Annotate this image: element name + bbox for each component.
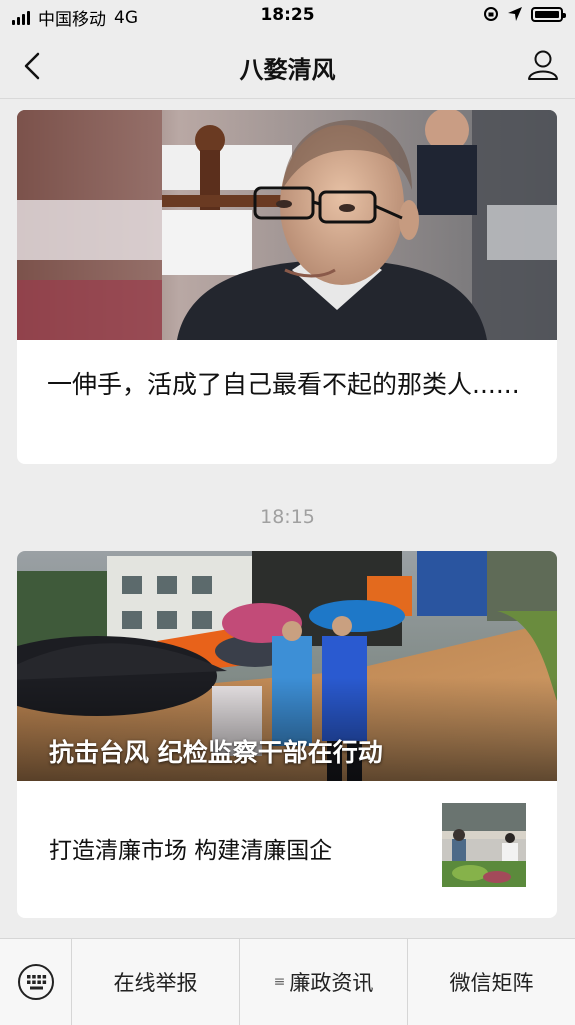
page-title: 八婺清风 <box>239 56 336 84</box>
battery-icon <box>531 6 566 22</box>
menu-item-integrity-news[interactable]: ≡ 廉政资讯 <box>240 939 408 1025</box>
article-item-thumbnail[interactable] <box>442 803 526 887</box>
article-title[interactable]: 一伸手，活成了自己最看不起的那类人...... <box>47 368 527 402</box>
menu-item-online-report[interactable]: 在线举报 <box>72 939 240 1025</box>
keyboard-icon <box>18 964 54 1000</box>
menu-item-label: 微信矩阵 <box>449 971 534 995</box>
message-time: 18:15 <box>260 506 315 528</box>
keyboard-toggle-button[interactable] <box>0 939 72 1025</box>
status-bar: 中国移动 4G 18:25 <box>0 0 575 32</box>
article-item-title[interactable]: 打造清廉市场 构建清廉国企 <box>49 831 332 865</box>
rotation-lock-icon <box>484 7 498 21</box>
menu-item-label: 廉政资讯 <box>289 971 374 995</box>
location-icon <box>508 7 522 21</box>
menu-item-label: 在线举报 <box>113 971 198 995</box>
menu-item-wechat-matrix[interactable]: 微信矩阵 <box>408 939 575 1025</box>
cover-caption[interactable]: 抗击台风 纪检监察干部在行动 <box>49 733 383 769</box>
status-right <box>483 6 566 22</box>
nav-bar: 八婺清风 <box>0 32 575 99</box>
bottom-menu-bar: 在线举报 ≡ 廉政资讯 微信矩阵 <box>0 938 575 1025</box>
article-card[interactable]: 一伸手，活成了自己最看不起的那类人...... <box>17 110 557 464</box>
article-group-card[interactable]: 抗击台风 纪检监察干部在行动 打造清廉市场 构建清廉国企 <box>17 551 557 918</box>
article-cover-image <box>17 110 557 340</box>
profile-icon[interactable] <box>525 47 561 83</box>
submenu-icon: ≡ <box>273 974 286 990</box>
